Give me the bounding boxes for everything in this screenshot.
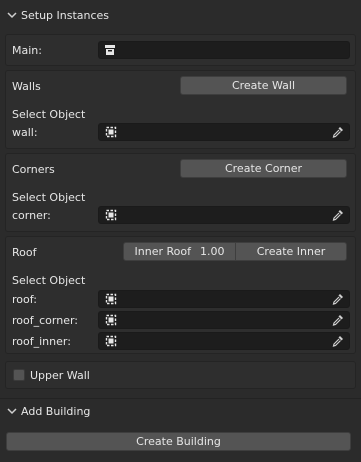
inner-roof-label: Inner Roof <box>134 245 191 258</box>
corners-section: Corners Create Corner Select Object corn… <box>5 153 356 232</box>
roof-object-field[interactable] <box>98 290 350 308</box>
roof-title: Roof <box>12 245 37 259</box>
corner-field-label: corner: <box>12 208 51 222</box>
eyedropper-icon[interactable] <box>331 292 345 306</box>
walls-title: Walls <box>12 79 41 93</box>
chevron-down-icon <box>5 8 19 22</box>
main-section: Main: <box>5 34 356 66</box>
roof-inner-object-field[interactable] <box>98 332 350 350</box>
roof-field-label: roof: <box>12 292 37 306</box>
corners-title: Corners <box>12 162 55 176</box>
roof-corner-field-label: roof_corner: <box>12 313 78 327</box>
upper-wall-row[interactable]: Upper Wall <box>6 365 355 385</box>
roof-corner-object-field[interactable] <box>98 311 350 329</box>
object-icon <box>105 209 117 221</box>
eyedropper-icon[interactable] <box>331 313 345 327</box>
corners-select-object-label: Select Object <box>12 190 86 204</box>
object-icon <box>105 126 117 138</box>
main-collection-field[interactable] <box>98 41 350 59</box>
setup-instances-panel-header[interactable]: Setup Instances <box>0 4 361 26</box>
create-inner-button[interactable]: Create Inner <box>235 242 347 261</box>
object-icon <box>105 314 117 326</box>
create-building-button[interactable]: Create Building <box>6 432 351 451</box>
roof-section: Roof Inner Roof 1.00 Create Inner Select… <box>5 236 356 354</box>
inner-roof-value: 1.00 <box>199 245 225 258</box>
upper-wall-checkbox[interactable] <box>13 369 25 381</box>
chevron-down-icon <box>5 404 19 418</box>
add-building-title: Add Building <box>21 404 91 418</box>
roof-inner-field-label: roof_inner: <box>12 334 71 348</box>
corner-object-field[interactable] <box>98 206 350 224</box>
main-label: Main: <box>12 43 42 57</box>
roof-select-object-label: Select Object <box>12 273 86 287</box>
eyedropper-icon[interactable] <box>331 125 345 139</box>
inner-roof-field[interactable]: Inner Roof 1.00 <box>123 242 236 261</box>
upper-wall-section: Upper Wall <box>5 361 356 389</box>
add-building-panel-header[interactable]: Add Building <box>0 400 361 422</box>
wall-field-label: wall: <box>12 125 38 139</box>
eyedropper-icon[interactable] <box>331 334 345 348</box>
object-icon <box>105 335 117 347</box>
setup-instances-title: Setup Instances <box>21 8 110 22</box>
collection-box-icon <box>104 44 116 56</box>
create-wall-button[interactable]: Create Wall <box>180 76 347 95</box>
eyedropper-icon[interactable] <box>331 208 345 222</box>
walls-select-object-label: Select Object <box>12 107 86 121</box>
panel-divider <box>0 398 361 399</box>
object-icon <box>105 293 117 305</box>
walls-section: Walls Create Wall Select Object wall: <box>5 70 356 149</box>
create-corner-button[interactable]: Create Corner <box>180 159 347 178</box>
wall-object-field[interactable] <box>98 123 350 141</box>
upper-wall-label: Upper Wall <box>30 368 90 382</box>
